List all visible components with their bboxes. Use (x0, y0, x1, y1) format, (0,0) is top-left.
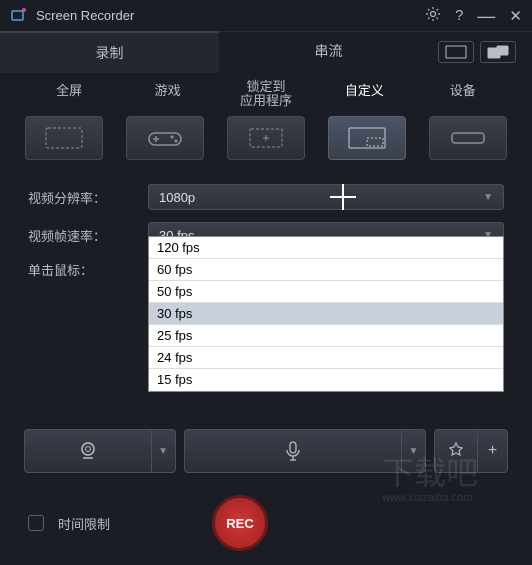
fps-option[interactable]: 15 fps (149, 369, 503, 391)
fps-option[interactable]: 25 fps (149, 325, 503, 347)
fps-option[interactable]: 60 fps (149, 259, 503, 281)
mode-label-device: 设备 (433, 80, 493, 108)
close-icon[interactable]: ✕ (509, 7, 522, 25)
framerate-label: 视频帧速率： (28, 226, 148, 245)
add-button[interactable]: + (478, 429, 508, 473)
plus-icon: + (488, 442, 497, 460)
mode-btn-game[interactable] (126, 116, 204, 160)
mode-buttons (0, 112, 532, 174)
titlebar-title: Screen Recorder (36, 8, 425, 23)
settings-panel: 视频分辨率： 1080p ▼ 视频帧速率： 30 fps ▼ 单击鼠标： 120… (0, 174, 532, 301)
microphone-dropdown[interactable]: ▼ (402, 429, 426, 473)
minimize-icon[interactable]: — (477, 12, 495, 20)
fps-option[interactable]: 24 fps (149, 347, 503, 369)
mode-label-fullscreen: 全屏 (39, 80, 99, 108)
footer: 时间限制 REC (0, 481, 532, 565)
resolution-label: 视频分辨率： (28, 188, 148, 207)
record-button[interactable]: REC (212, 495, 268, 551)
fps-option[interactable]: 50 fps (149, 281, 503, 303)
bottom-controls: ▼ ▼ + (0, 421, 532, 481)
display-mode-single-icon[interactable] (438, 41, 474, 63)
titlebar: Screen Recorder ? — ✕ (0, 0, 532, 32)
tab-stream[interactable]: 串流 (219, 31, 438, 73)
mode-btn-fullscreen[interactable] (25, 116, 103, 160)
webcam-dropdown[interactable]: ▼ (152, 429, 176, 473)
fps-option[interactable]: 30 fps (149, 303, 503, 325)
microphone-button[interactable] (184, 429, 402, 473)
resolution-select[interactable]: 1080p ▼ (148, 184, 504, 210)
help-icon[interactable]: ? (455, 7, 463, 24)
top-tabs: 录制 串流 (0, 32, 532, 72)
framerate-dropdown: 120 fps 60 fps 50 fps 30 fps 25 fps 24 f… (148, 236, 504, 392)
resolution-value: 1080p (159, 190, 483, 205)
mode-label-game: 游戏 (138, 80, 198, 108)
mode-btn-app[interactable] (227, 116, 305, 160)
display-mode-dual-icon[interactable] (480, 41, 516, 63)
mode-labels: 全屏 游戏 锁定到应用程序 自定义 设备 (0, 72, 532, 112)
effects-button[interactable] (434, 429, 478, 473)
time-limit-checkbox[interactable] (28, 515, 44, 531)
mouse-click-label: 单击鼠标： (28, 260, 148, 279)
mode-btn-device[interactable] (429, 116, 507, 160)
settings-gear-icon[interactable] (425, 6, 441, 25)
tab-record[interactable]: 录制 (0, 31, 219, 73)
chevron-down-icon: ▼ (483, 192, 493, 203)
mode-label-app: 锁定到应用程序 (236, 80, 296, 108)
time-limit-label: 时间限制 (58, 514, 110, 533)
mode-label-custom: 自定义 (334, 80, 394, 108)
fps-option[interactable]: 120 fps (149, 237, 503, 259)
mode-btn-custom[interactable] (328, 116, 406, 160)
app-logo-icon (10, 7, 28, 25)
webcam-button[interactable] (24, 429, 152, 473)
